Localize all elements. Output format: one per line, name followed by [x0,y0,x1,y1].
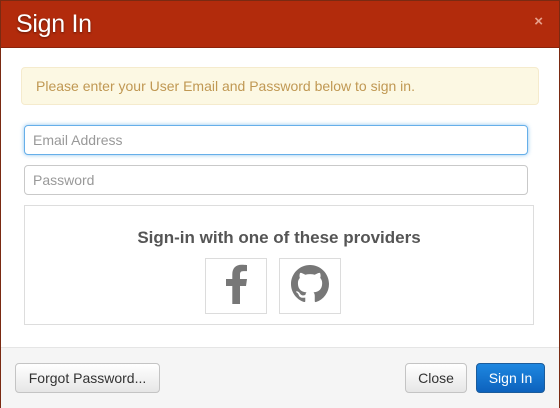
github-provider-button[interactable] [279,258,341,314]
modal-title: Sign In [16,10,92,38]
providers-panel: Sign-in with one of these providers [24,205,534,325]
info-alert: Please enter your User Email and Passwor… [21,67,539,105]
email-field[interactable] [24,125,528,155]
github-icon [291,264,329,308]
forgot-password-button[interactable]: Forgot Password... [15,363,160,393]
modal-header: Sign In × [1,1,559,48]
sign-in-modal: Sign In × Please enter your User Email a… [0,0,560,408]
sign-in-button[interactable]: Sign In [476,363,545,393]
close-button[interactable]: Close [405,363,467,393]
close-icon[interactable]: × [534,13,543,30]
modal-footer: Forgot Password... Close Sign In [1,347,559,408]
facebook-provider-button[interactable] [205,258,267,314]
providers-heading: Sign-in with one of these providers [137,228,421,247]
password-field[interactable] [24,165,528,195]
facebook-icon [224,264,248,309]
